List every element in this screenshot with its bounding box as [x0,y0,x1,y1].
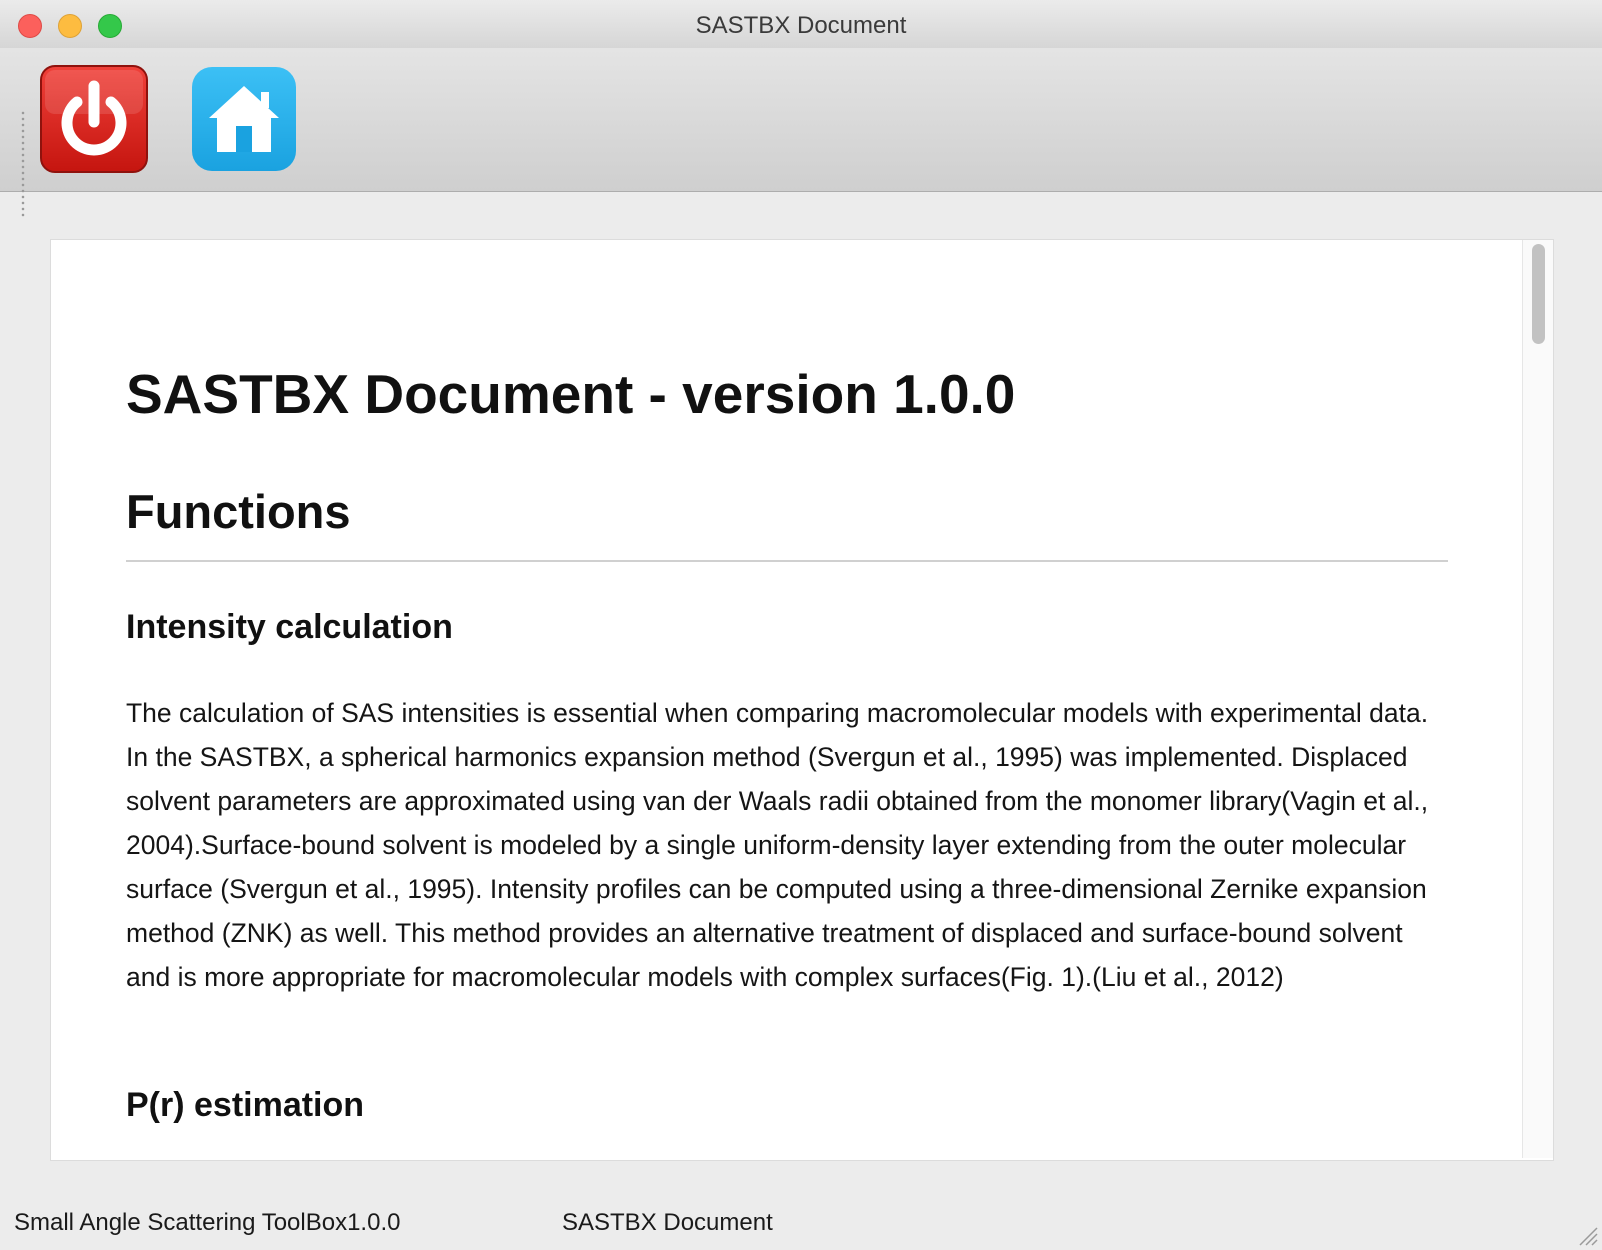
power-icon [40,65,148,173]
app-window: SASTBX Document SASTBX Document - versio… [0,0,1602,1250]
title-bar[interactable]: SASTBX Document [0,0,1602,49]
intensity-paragraph: The calculation of SAS intensities is es… [126,698,1429,992]
status-document-name: SASTBX Document [562,1209,773,1236]
home-icon [192,67,296,171]
status-app-name: Small Angle Scattering ToolBox1.0.0 [14,1209,401,1236]
document-view[interactable]: SASTBX Document - version 1.0.0 Function… [50,239,1554,1161]
subsection-heading-pr: P(r) estimation [126,1086,365,1124]
vertical-scrollbar[interactable] [1522,240,1553,1158]
section-divider [126,560,1448,562]
scrollbar-thumb[interactable] [1532,244,1545,344]
resize-grip-icon[interactable] [1576,1224,1598,1246]
window-title: SASTBX Document [695,12,907,39]
document-title: SASTBX Document - version 1.0.0 [126,363,1016,425]
toolbar-drag-handle[interactable] [20,110,26,218]
power-button[interactable] [39,64,149,174]
home-button[interactable] [191,66,297,172]
status-bar: Small Angle Scattering ToolBox1.0.0 SAST… [0,1178,1602,1250]
subsection-heading-intensity: Intensity calculation [126,608,453,646]
section-heading: Functions [126,485,351,538]
